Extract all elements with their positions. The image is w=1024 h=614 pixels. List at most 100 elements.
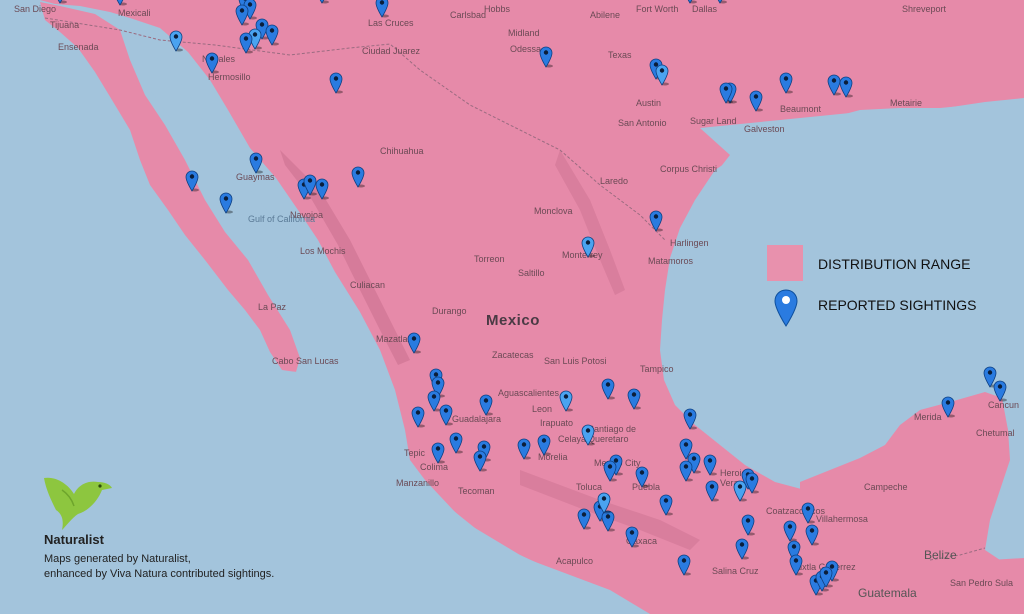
place-label: Zacatecas — [492, 350, 534, 360]
sighting-pin-icon[interactable] — [819, 566, 833, 588]
sighting-pin-icon[interactable] — [265, 24, 279, 46]
sighting-pin-icon[interactable] — [789, 554, 803, 576]
sighting-pin-icon[interactable] — [559, 390, 573, 412]
sighting-pin-icon[interactable] — [235, 4, 249, 26]
sighting-pin-icon[interactable] — [677, 554, 691, 576]
sighting-pin-icon[interactable] — [351, 166, 365, 188]
credit-line: Maps generated by Naturalist, — [44, 553, 191, 565]
sighting-pin-icon[interactable] — [473, 450, 487, 472]
sighting-pin-icon[interactable] — [839, 76, 853, 98]
sighting-pin-icon[interactable] — [449, 432, 463, 454]
sighting-pin-icon[interactable] — [537, 434, 551, 456]
place-label: Cabo San Lucas — [272, 356, 339, 366]
sighting-pin-icon[interactable] — [431, 442, 445, 464]
place-label: Los Mochis — [300, 246, 346, 256]
sighting-pin-icon[interactable] — [713, 0, 727, 4]
sighting-pin-icon[interactable] — [783, 520, 797, 542]
distribution-range-swatch — [767, 245, 803, 281]
place-label: Villahermosa — [816, 514, 868, 524]
place-label: San Diego — [14, 4, 57, 14]
sighting-pin-icon[interactable] — [625, 526, 639, 548]
credits: Maps generated by Naturalist, enhanced b… — [44, 552, 274, 582]
place-label: Guadalajara — [452, 414, 502, 424]
place-label: Ciudad Juarez — [362, 46, 421, 56]
place-label: Tijuana — [50, 20, 80, 30]
sighting-pin-icon[interactable] — [315, 0, 329, 4]
place-label: Dallas — [692, 4, 718, 14]
sighting-pin-icon[interactable] — [993, 380, 1007, 402]
place-label: Durango — [432, 306, 467, 316]
place-label: Merida — [914, 412, 942, 422]
place-label: Ensenada — [58, 42, 99, 52]
place-label: Monclova — [534, 206, 573, 216]
sighting-pin-icon[interactable] — [517, 438, 531, 460]
place-label: Metairie — [890, 98, 923, 108]
sighting-pin-icon[interactable] — [719, 82, 733, 104]
place-label: Chihuahua — [380, 146, 424, 156]
sighting-pin-icon[interactable] — [53, 0, 67, 4]
sighting-pin-icon[interactable] — [745, 472, 759, 494]
sighting-pin-icon[interactable] — [741, 514, 755, 536]
sighting-pin-icon[interactable] — [581, 236, 595, 258]
sighting-pin-icon[interactable] — [205, 52, 219, 74]
sighting-pin-icon[interactable] — [329, 72, 343, 94]
sighting-pin-icon[interactable] — [439, 404, 453, 426]
sighting-pin-icon[interactable] — [219, 192, 233, 214]
sighting-pin-icon[interactable] — [679, 460, 693, 482]
map[interactable]: San Diego Tijuana Ensenada Mexicali Las … — [0, 0, 1024, 614]
place-label: La Paz — [258, 302, 287, 312]
place-label: San Antonio — [618, 118, 667, 128]
sighting-pin-icon[interactable] — [539, 46, 553, 68]
sighting-pin-icon[interactable] — [635, 466, 649, 488]
sighting-pin-icon[interactable] — [411, 406, 425, 428]
sighting-pin-icon[interactable] — [659, 494, 673, 516]
sighting-pin-icon[interactable] — [185, 170, 199, 192]
sighting-pin-icon[interactable] — [375, 0, 389, 18]
sighting-pin-icon[interactable] — [169, 30, 183, 52]
place-label: Corpus Christi — [660, 164, 718, 174]
sighting-pin-icon[interactable] — [749, 90, 763, 112]
place-label: Culiacan — [350, 280, 386, 290]
sighting-pin-icon[interactable] — [649, 210, 663, 232]
place-label: Hobbs — [484, 4, 511, 14]
sighting-pin-icon[interactable] — [407, 332, 421, 354]
place-label: Austin — [636, 98, 662, 108]
place-label: Texas — [608, 50, 632, 60]
place-label: Mexicali — [118, 8, 151, 18]
sighting-pin-icon[interactable] — [239, 32, 253, 54]
sighting-pin-icon[interactable] — [683, 0, 697, 4]
place-label: Tampico — [640, 364, 674, 374]
sighting-pin-icon[interactable] — [597, 492, 611, 514]
sighting-pin-icon[interactable] — [801, 502, 815, 524]
sighting-pin-icon[interactable] — [705, 480, 719, 502]
sighting-pin-icon[interactable] — [805, 524, 819, 546]
place-label: Santiago de Queretaro — [588, 424, 637, 444]
country-label-belize: Belize — [924, 548, 957, 562]
sighting-pin-icon[interactable] — [113, 0, 127, 6]
place-label: San Pedro Sula — [950, 578, 1014, 588]
sighting-pin-icon[interactable] — [655, 64, 669, 86]
sighting-pin-icon[interactable] — [779, 72, 793, 94]
legend-range-label: DISTRIBUTION RANGE — [818, 256, 971, 272]
sighting-pin-icon[interactable] — [603, 460, 617, 482]
sighting-pin-icon[interactable] — [627, 388, 641, 410]
credit-line: enhanced by Viva Natura contributed sigh… — [44, 568, 275, 580]
place-label: Laredo — [600, 176, 629, 186]
place-label: Galveston — [744, 124, 785, 134]
sighting-pin-icon[interactable] — [577, 508, 591, 530]
sighting-pin-icon[interactable] — [249, 152, 263, 174]
place-label: Fort Worth — [636, 4, 679, 14]
sighting-pin-icon[interactable] — [735, 538, 749, 560]
sighting-pin-icon[interactable] — [315, 178, 329, 200]
place-label: Torreon — [474, 254, 505, 264]
sighting-pin-icon[interactable] — [601, 378, 615, 400]
sighting-pin-icon[interactable] — [683, 408, 697, 430]
country-label-guatemala: Guatemala — [858, 586, 917, 600]
inaturalist-logo — [44, 477, 112, 530]
sighting-pin-icon[interactable] — [581, 424, 595, 446]
sighting-pin-icon[interactable] — [941, 396, 955, 418]
place-label: Harlingen — [670, 238, 709, 248]
sighting-pin-icon[interactable] — [703, 454, 717, 476]
place-label: Campeche — [864, 482, 908, 492]
sighting-pin-icon[interactable] — [479, 394, 493, 416]
